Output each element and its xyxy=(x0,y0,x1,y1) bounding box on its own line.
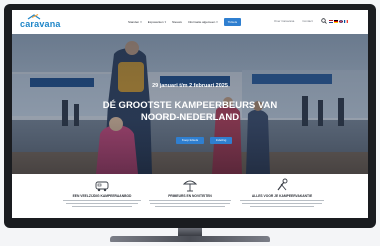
tools-icon xyxy=(277,178,288,191)
nav-item-nieuws[interactable]: Nieuws xyxy=(172,20,182,24)
event-date: 29 januari t/m 2 februari 2025 xyxy=(152,83,228,89)
main-menu: Standen▾ Exposanten▾ Nieuws Informatie a… xyxy=(128,18,242,26)
de-flag-icon[interactable] xyxy=(333,19,338,23)
top-navigation: caravana Standen▾ Exposanten▾ Nieuws Inf… xyxy=(12,10,368,35)
utility-bar: Over Caravana Contact xyxy=(274,18,349,24)
feature-title: PRIMEURS EN NOVITEITEN xyxy=(168,194,212,198)
nav-item-label: Informatie algemeen xyxy=(187,20,216,24)
nav-item-label: Nieuws xyxy=(172,20,182,24)
nav-item-informatie[interactable]: Informatie algemeen▾ xyxy=(188,20,218,24)
feature-title: EEN VEELZIJDIG KAMPEERAANBOD xyxy=(72,194,132,198)
text-line xyxy=(63,200,141,201)
nav-item-label: Standen xyxy=(128,20,140,24)
text-line xyxy=(149,200,231,201)
features-section: EEN VEELZIJDIG KAMPEERAANBOD PRIMEURS EN… xyxy=(12,174,368,218)
caravana-logo[interactable]: caravana xyxy=(20,14,60,30)
fr-flag-icon[interactable] xyxy=(343,19,348,23)
nav-item-exposanten[interactable]: Exposanten▾ xyxy=(148,20,166,24)
text-line xyxy=(66,203,138,204)
feature-title: ALLES VOOR JE KAMPEERVAKANTIE xyxy=(251,194,313,198)
chevron-down-icon: ▾ xyxy=(140,20,142,24)
chevron-down-icon: ▾ xyxy=(164,20,167,24)
parasol-icon xyxy=(182,180,198,192)
nav-item-label: Exposanten xyxy=(147,20,164,24)
logo-text: caravana xyxy=(20,19,61,29)
hero-title: DÉ GROOTSTE KAMPEERBEURS VAN NOORD-NEDER… xyxy=(102,100,278,123)
chevron-down-icon: ▾ xyxy=(216,20,218,24)
nl-flag-icon[interactable] xyxy=(328,19,333,23)
hero-banner: 29 januari t/m 2 februari 2025 DÉ GROOTS… xyxy=(12,34,368,174)
text-line xyxy=(242,203,322,204)
feature-card: ALLES VOOR JE KAMPEERVAKANTIE xyxy=(232,178,332,207)
website-screen: caravana Standen▾ Exposanten▾ Nieuws Inf… xyxy=(12,10,368,218)
text-line xyxy=(150,203,230,204)
buy-tickets-button[interactable]: Koop tickets xyxy=(176,137,204,144)
tickets-button[interactable]: Tickets xyxy=(223,18,242,26)
search-icon[interactable] xyxy=(320,18,327,24)
floor-plan-button[interactable]: Indeling xyxy=(210,137,232,144)
nav-item-standen[interactable]: Standen▾ xyxy=(128,20,142,24)
camper-icon xyxy=(95,181,109,192)
text-line xyxy=(72,206,132,207)
about-link[interactable]: Over Caravana xyxy=(274,19,294,23)
monitor-stand-base xyxy=(110,236,270,242)
text-line xyxy=(155,206,225,207)
text-line xyxy=(240,200,324,201)
contact-link[interactable]: Contact xyxy=(302,19,312,23)
text-line xyxy=(250,206,314,207)
feature-card: PRIMEURS EN NOVITEITEN xyxy=(140,178,240,207)
feature-card: EEN VEELZIJDIG KAMPEERAANBOD xyxy=(52,178,152,207)
en-flag-icon[interactable] xyxy=(338,19,343,23)
